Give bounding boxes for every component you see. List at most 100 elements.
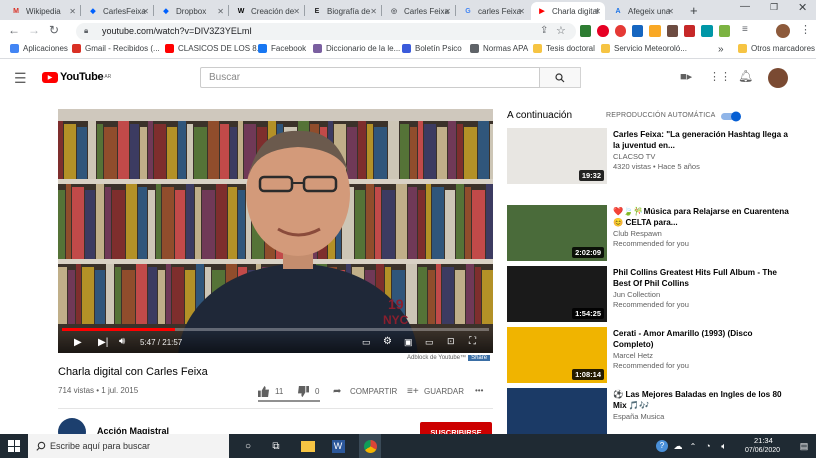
tab-2[interactable]: ◆ Dropbox ✕ [155,2,228,20]
tab-close-icon[interactable]: ✕ [293,7,300,16]
extension-icon[interactable] [614,25,626,37]
volume-icon[interactable]: 🔊︎ [119,336,125,347]
clock-time[interactable]: 21:34 [754,436,773,445]
fullscreen-icon[interactable]: ⛶ [469,336,476,347]
bookmark-item[interactable]: Diccionario de la le... [313,44,400,53]
back-icon[interactable]: ← [8,23,20,37]
file-explorer-icon[interactable] [300,438,316,454]
dislike-button[interactable]: 0 [298,386,319,397]
tab-close-icon[interactable]: ✕ [370,7,377,16]
other-bookmarks[interactable]: Otros marcadores [738,44,815,53]
video-player[interactable]: 19 NYC [58,109,493,353]
extension-icon[interactable] [683,25,696,37]
bookmark-item[interactable]: Boletín Psico [402,44,462,53]
tab-3[interactable]: W Creación de ✕ [230,2,304,20]
tray-chevron-icon[interactable]: ⌃ [685,438,701,454]
taskbar-search-input[interactable]: Escribe aquí para buscar [28,434,229,458]
tab-close-icon[interactable]: ✕ [444,7,451,16]
subtitles-icon[interactable]: ▭ [362,337,371,348]
recommended-channel[interactable]: Marcel Hetz [613,351,653,361]
bookmark-item[interactable]: Facebook [258,44,306,53]
settings-gear-icon[interactable]: ⚙ [383,336,392,347]
play-icon[interactable]: ▶ [74,337,82,348]
hamburger-menu-icon[interactable]: ☰ [14,70,27,87]
profile-avatar[interactable] [776,24,790,38]
word-icon[interactable]: W [330,438,346,454]
recommended-thumbnail[interactable]: 2:02:09 [507,205,607,261]
wifi-icon[interactable]: ◔ [700,438,716,454]
notification-center-icon[interactable]: ▤ [796,438,812,454]
chrome-taskbar-icon[interactable] [359,434,381,458]
bookmark-item[interactable]: Servicio Meteoroló... [601,44,687,53]
recommended-channel[interactable]: CLACSO TV [613,152,655,162]
recommended-channel[interactable]: España Musica [613,412,664,422]
bookmarks-overflow[interactable]: » [718,44,724,55]
pinterest-icon[interactable] [597,25,609,37]
tab-4[interactable]: E Biografía de ✕ [306,2,381,20]
tab-close-icon[interactable]: ✕ [518,7,525,16]
tab-close-icon[interactable]: ✕ [667,7,674,16]
cloud-icon[interactable]: ☁ [670,438,686,454]
save-button[interactable]: ≡+ GUARDAR [407,386,464,397]
extension-icon[interactable] [580,25,592,37]
close-window-button[interactable]: ✕ [798,1,807,14]
share-page-icon[interactable]: ⇪ [540,25,548,36]
tab-close-icon[interactable]: ✕ [217,7,224,16]
new-tab-button[interactable]: + [690,3,698,18]
account-avatar[interactable] [768,68,788,88]
cast-icon[interactable]: ⊡ [447,336,455,347]
next-icon[interactable]: ▶| [98,337,108,348]
recommended-channel[interactable]: Jun Collection [613,290,660,300]
progress-track[interactable] [62,328,489,331]
extension-icon[interactable] [649,25,661,37]
recommended-title[interactable]: Carles Feixa: "La generación Hashtag lle… [613,129,793,151]
address-bar[interactable]: 🔒︎ youtube.com/watch?v=DIV3Z3YELmI ☆ [76,23,576,40]
recommended-thumbnail[interactable]: 1:08:14 [507,327,607,383]
bookmark-item[interactable]: Gmail - Recibidos (... [72,44,160,53]
task-view-icon[interactable]: ⧉ [268,438,284,454]
bookmark-star-icon[interactable]: ☆ [556,24,566,37]
extension-icon[interactable] [666,25,678,37]
extensions-menu-icon[interactable]: ≡ [742,24,748,35]
tab-close-icon[interactable]: ✕ [69,7,76,16]
extension-icon[interactable] [701,25,713,37]
recommended-thumbnail[interactable]: 1:54:25 [507,266,607,322]
bookmark-item[interactable]: Normas APA [470,44,528,53]
recommended-thumbnail[interactable]: 19:32 [507,128,607,184]
bookmark-item[interactable]: CLASICOS DE LOS 8... [165,44,263,53]
recommended-title[interactable]: ⚽ Las Mejores Baladas en Ingles de los 8… [613,389,793,411]
tab-8[interactable]: A Afegeix una ✕ [607,2,678,20]
reload-icon[interactable]: ↻ [49,23,59,37]
recommended-title[interactable]: ❤️🍃🎋Música para Relajarse en Cuarentena … [613,206,793,228]
chrome-menu-icon[interactable]: ⋮ [800,23,811,36]
recommended-title[interactable]: Phil Collins Greatest Hits Full Album - … [613,267,793,289]
youtube-logo[interactable]: ▶ YouTube AR [42,71,111,83]
forward-icon[interactable]: → [28,23,40,37]
minimize-button[interactable]: — [740,1,750,12]
clock-date[interactable]: 07/06/2020 [745,447,780,454]
tab-6[interactable]: Gcarles Feixa ✕ [457,2,529,20]
tab-7[interactable]: ▶ Charla digital ✕ [531,2,605,20]
bookmark-item[interactable]: Tesis doctoral [533,44,595,53]
restore-button[interactable]: ❐ [770,2,778,13]
adblock-share-button[interactable]: Share [468,355,491,361]
like-button[interactable]: 11 [258,386,283,397]
autoplay-toggle[interactable] [720,110,742,122]
tab-1[interactable]: ◆ CarlesFeixa ✕ [82,2,153,20]
tab-0[interactable]: M Wikipedia ✕ [5,2,80,20]
extension-icon[interactable] [631,25,644,37]
tab-5[interactable]: ◎ Carles Feixa ✕ [383,2,455,20]
share-button[interactable]: ➦ COMPARTIR [333,386,397,397]
help-icon[interactable]: ? [654,438,670,454]
tab-close-icon[interactable]: ✕ [594,7,601,16]
notifications-bell-icon[interactable]: 🔔︎ [738,69,753,83]
miniplayer-icon[interactable]: ▣ [404,337,413,348]
cortana-icon[interactable]: ○ [240,438,256,454]
search-button[interactable] [540,67,581,88]
extension-icon[interactable] [718,25,730,37]
theater-mode-icon[interactable]: ▭ [425,337,434,348]
apps-grid-icon[interactable]: ⋮⋮ [709,70,731,83]
bookmark-item[interactable]: Aplicaciones [10,44,68,53]
recommended-channel[interactable]: Club Respawn [613,229,662,239]
more-actions-button[interactable]: ••• [475,386,483,395]
